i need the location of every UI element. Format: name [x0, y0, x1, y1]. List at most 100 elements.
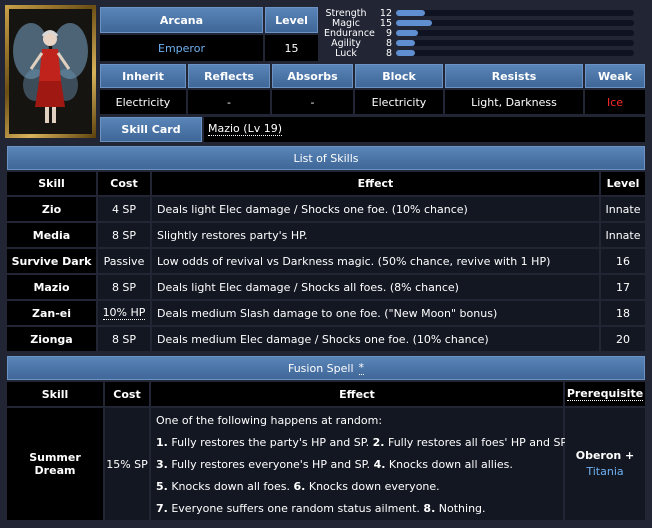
level-value: 15	[265, 35, 318, 61]
arcana-header: Arcana	[100, 7, 263, 33]
resists-value: Light, Darkness	[445, 90, 583, 114]
stat-agility-label: Agility	[331, 38, 361, 49]
effect-text: Everyone suffers one random status ailme…	[171, 502, 420, 515]
stat-luck-bar	[396, 50, 634, 56]
effect-number: 6.	[293, 480, 306, 493]
effect-number: 3.	[156, 458, 168, 471]
persona-compendium-panel: Arcana Level Emperor 15 Strength 12 Magi…	[0, 0, 652, 528]
absorbs-header: Absorbs	[272, 64, 353, 88]
effect-number: 2.	[372, 436, 385, 449]
skills-col-effect: Effect	[152, 172, 599, 195]
skill-cost: Passive	[98, 249, 150, 273]
skill-level: 16	[601, 249, 645, 273]
skill-card-value[interactable]: Mazio (Lv 19)	[204, 117, 645, 142]
prereq-titania[interactable]: Titania	[586, 464, 623, 480]
effect-text: Knocks down everyone.	[308, 480, 440, 493]
skill-cost[interactable]: 10% HP	[98, 301, 150, 325]
stat-strength-label: Strength	[325, 8, 367, 19]
skill-effect: Deals light Elec damage / Shocks all foe…	[152, 275, 599, 299]
absorbs-value: -	[272, 90, 353, 114]
portrait-frame	[5, 5, 96, 138]
fusion-effect-line-2: 3. Fully restores everyone's HP and SP. …	[156, 458, 513, 471]
fusion-prereq-cell: Oberon + Titania	[565, 408, 645, 520]
skill-effect: Deals medium Slash damage to one foe. ("…	[152, 301, 599, 325]
stat-magic-bar	[396, 20, 634, 26]
block-value: Electricity	[355, 90, 443, 114]
reflects-value: -	[188, 90, 270, 114]
block-header: Block	[355, 64, 443, 88]
stat-endurance-fill	[396, 30, 418, 36]
effect-number: 4.	[373, 458, 386, 471]
skill-cost: 8 SP	[98, 327, 150, 351]
arcana-value[interactable]: Emperor	[100, 35, 263, 61]
stat-strength-bar	[396, 10, 634, 16]
stat-magic-label: Magic	[332, 18, 360, 29]
skills-title: List of Skills	[7, 146, 645, 170]
skill-cost-tooltip-text[interactable]: 10% HP	[102, 306, 146, 320]
skill-level: 17	[601, 275, 645, 299]
stat-agility-bar	[396, 40, 634, 46]
inherit-header: Inherit	[100, 64, 186, 88]
skill-effect: Slightly restores party's HP.	[152, 223, 599, 247]
effect-number: 5.	[156, 480, 168, 493]
stat-magic-fill	[396, 20, 433, 26]
fusion-effect-line-1: 1. Fully restores the party's HP and SP.…	[156, 436, 569, 449]
stat-endurance-label: Endurance	[324, 28, 375, 39]
skill-cost: 8 SP	[98, 223, 150, 247]
effect-text: Knocks down all allies.	[388, 458, 513, 471]
stat-endurance-bar	[396, 30, 634, 36]
skill-level: 18	[601, 301, 645, 325]
skill-name[interactable]: Mazio	[7, 275, 96, 299]
stat-luck-value: 8	[385, 48, 392, 59]
skill-effect: Deals light Elec damage / Shocks one foe…	[152, 197, 599, 221]
fusion-effect-intro: One of the following happens at random:	[156, 414, 383, 427]
skills-col-skill: Skill	[7, 172, 96, 195]
skill-name[interactable]: Zionga	[7, 327, 96, 351]
stat-agility-fill	[396, 40, 416, 46]
fusion-col-prereq[interactable]: Prerequisite	[565, 382, 645, 406]
fusion-col-skill: Skill	[7, 382, 103, 406]
fusion-col-cost: Cost	[105, 382, 149, 406]
skill-card-link[interactable]: Mazio (Lv 19)	[208, 123, 283, 136]
skills-col-cost: Cost	[98, 172, 150, 195]
skill-name[interactable]: Media	[7, 223, 96, 247]
fusion-title: Fusion Spell *	[7, 356, 645, 380]
stat-luck-fill	[396, 50, 416, 56]
skill-name[interactable]: Zan-ei	[7, 301, 96, 325]
effect-text: Fully restores the party's HP and SP.	[171, 436, 370, 449]
skill-level: 20	[601, 327, 645, 351]
effect-number: 1.	[156, 436, 168, 449]
fusion-footnote-link[interactable]: *	[358, 361, 365, 375]
inherit-value: Electricity	[100, 90, 186, 114]
fusion-skill-name[interactable]: Summer Dream	[7, 408, 103, 520]
skill-level: Innate	[601, 223, 645, 247]
resists-header: Resists	[445, 64, 583, 88]
prereq-oberon[interactable]: Oberon +	[576, 448, 635, 464]
skill-level: Innate	[601, 197, 645, 221]
skill-name[interactable]: Survive Dark	[7, 249, 96, 273]
effect-text: Fully restores everyone's HP and SP.	[171, 458, 371, 471]
effect-text: Nothing.	[438, 502, 486, 515]
fusion-effect-line-3: 5. Knocks down all foes. 6. Knocks down …	[156, 480, 440, 493]
stat-luck-label: Luck	[335, 48, 357, 59]
stat-strength-fill	[396, 10, 425, 16]
skills-col-level: Level	[601, 172, 645, 195]
prerequisite-header-text[interactable]: Prerequisite	[566, 387, 644, 401]
skill-effect: Deals medium Elec damage / Shocks one fo…	[152, 327, 599, 351]
weak-header: Weak	[585, 64, 645, 88]
skill-card-header: Skill Card	[100, 117, 202, 142]
fusion-col-effect: Effect	[151, 382, 563, 406]
fusion-title-text: Fusion Spell	[287, 361, 354, 375]
skill-effect: Low odds of revival vs Darkness magic. (…	[152, 249, 599, 273]
effect-number: 8.	[423, 502, 436, 515]
weak-value: Ice	[585, 90, 645, 114]
level-header: Level	[265, 7, 318, 33]
skill-name[interactable]: Zio	[7, 197, 96, 221]
fusion-effect-line-4: 7. Everyone suffers one random status ai…	[156, 502, 486, 515]
fairy-persona-portrait-icon	[9, 9, 92, 134]
effect-text: Knocks down all foes.	[171, 480, 291, 493]
stat-endurance-value: 9	[385, 28, 392, 39]
effect-text: Fully restores all foes' HP and SP.	[387, 436, 569, 449]
skill-cost: 4 SP	[98, 197, 150, 221]
stat-agility-value: 8	[385, 38, 392, 49]
